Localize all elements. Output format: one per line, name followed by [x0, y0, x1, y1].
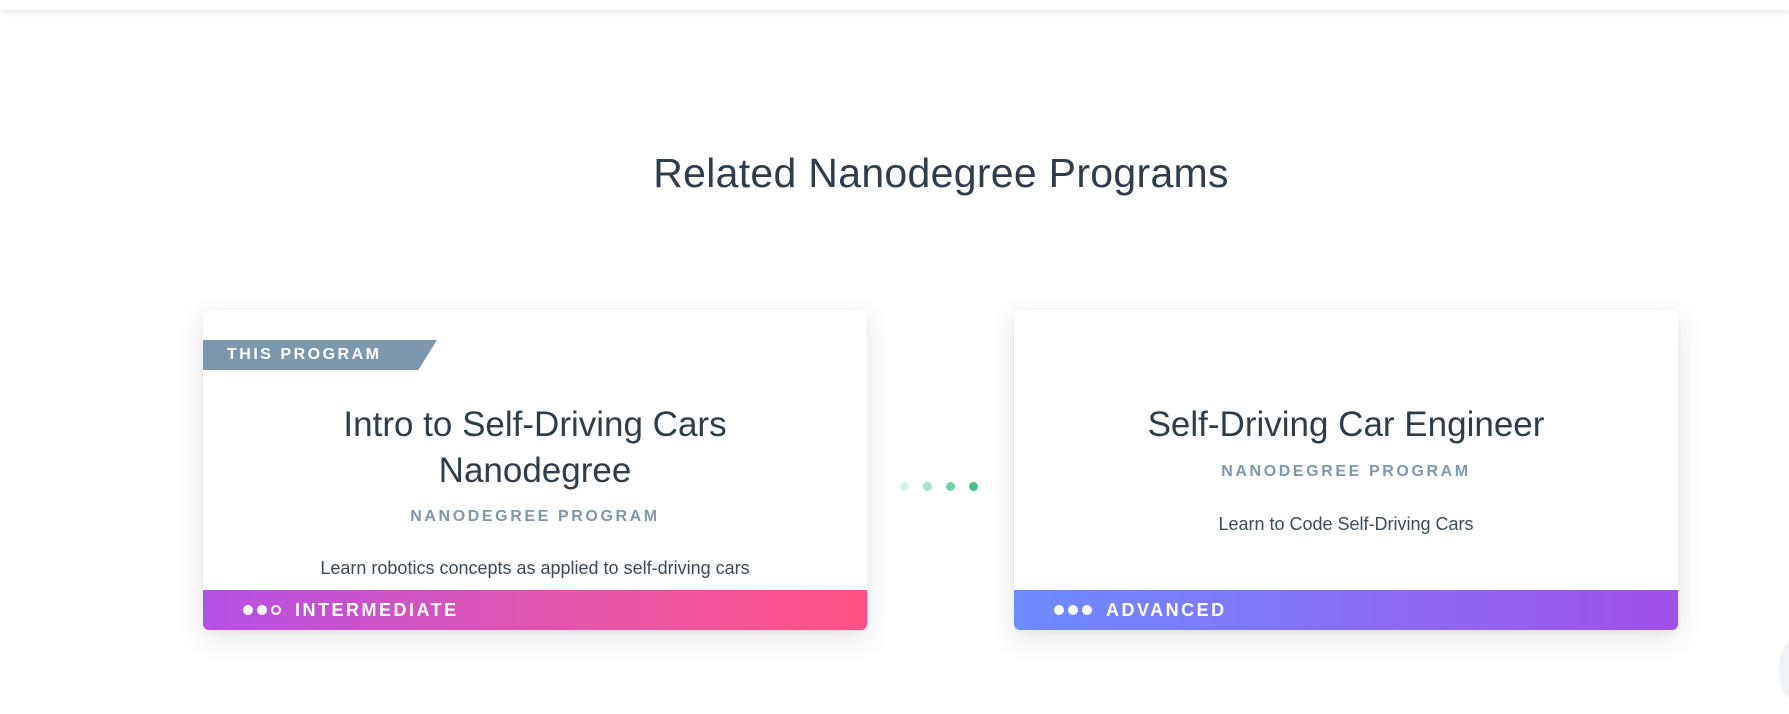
chat-widget-edge[interactable] — [1779, 640, 1789, 700]
level-label: INTERMEDIATE — [295, 599, 459, 620]
header-shadow — [0, 0, 1789, 10]
level-dot-empty — [271, 605, 281, 615]
level-indicator-icon — [243, 605, 281, 615]
card-title-line-1: Intro to Self-Driving Cars — [343, 405, 727, 444]
program-card-intro-self-driving[interactable]: THIS PROGRAM Intro to Self-Driving Cars … — [203, 310, 867, 630]
level-dot-filled — [1054, 605, 1064, 615]
section-title: Related Nanodegree Programs — [653, 150, 1229, 196]
card-subtitle: NANODEGREE PROGRAM — [410, 508, 660, 525]
card-description: Learn robotics concepts as applied to se… — [320, 558, 750, 578]
card-title[interactable]: Self-Driving Car Engineer — [1014, 402, 1678, 448]
level-dot-filled — [1082, 605, 1092, 615]
program-card-self-driving-engineer[interactable]: Self-Driving Car Engineer NANODEGREE PRO… — [1014, 310, 1678, 630]
this-program-ribbon: THIS PROGRAM — [203, 340, 437, 370]
level-indicator-icon — [1054, 605, 1092, 615]
connector-dot — [946, 482, 955, 491]
card-title-line-2: Nanodegree — [438, 451, 632, 490]
card-title[interactable]: Intro to Self-Driving Cars Nanodegree — [203, 402, 867, 494]
card-description: Learn to Code Self-Driving Cars — [1218, 514, 1474, 534]
connector-dot — [900, 482, 909, 491]
ribbon-label: THIS PROGRAM — [227, 346, 382, 363]
level-dot-filled — [243, 605, 253, 615]
connector-dot — [969, 482, 978, 491]
level-label: ADVANCED — [1106, 599, 1227, 620]
level-bar-intermediate: INTERMEDIATE — [203, 590, 867, 630]
level-dot-filled — [257, 605, 267, 615]
card-subtitle: NANODEGREE PROGRAM — [1221, 463, 1471, 480]
level-dot-filled — [1068, 605, 1078, 615]
level-bar-advanced: ADVANCED — [1014, 590, 1678, 630]
connector-dot — [923, 482, 932, 491]
connector-dots — [900, 482, 978, 491]
